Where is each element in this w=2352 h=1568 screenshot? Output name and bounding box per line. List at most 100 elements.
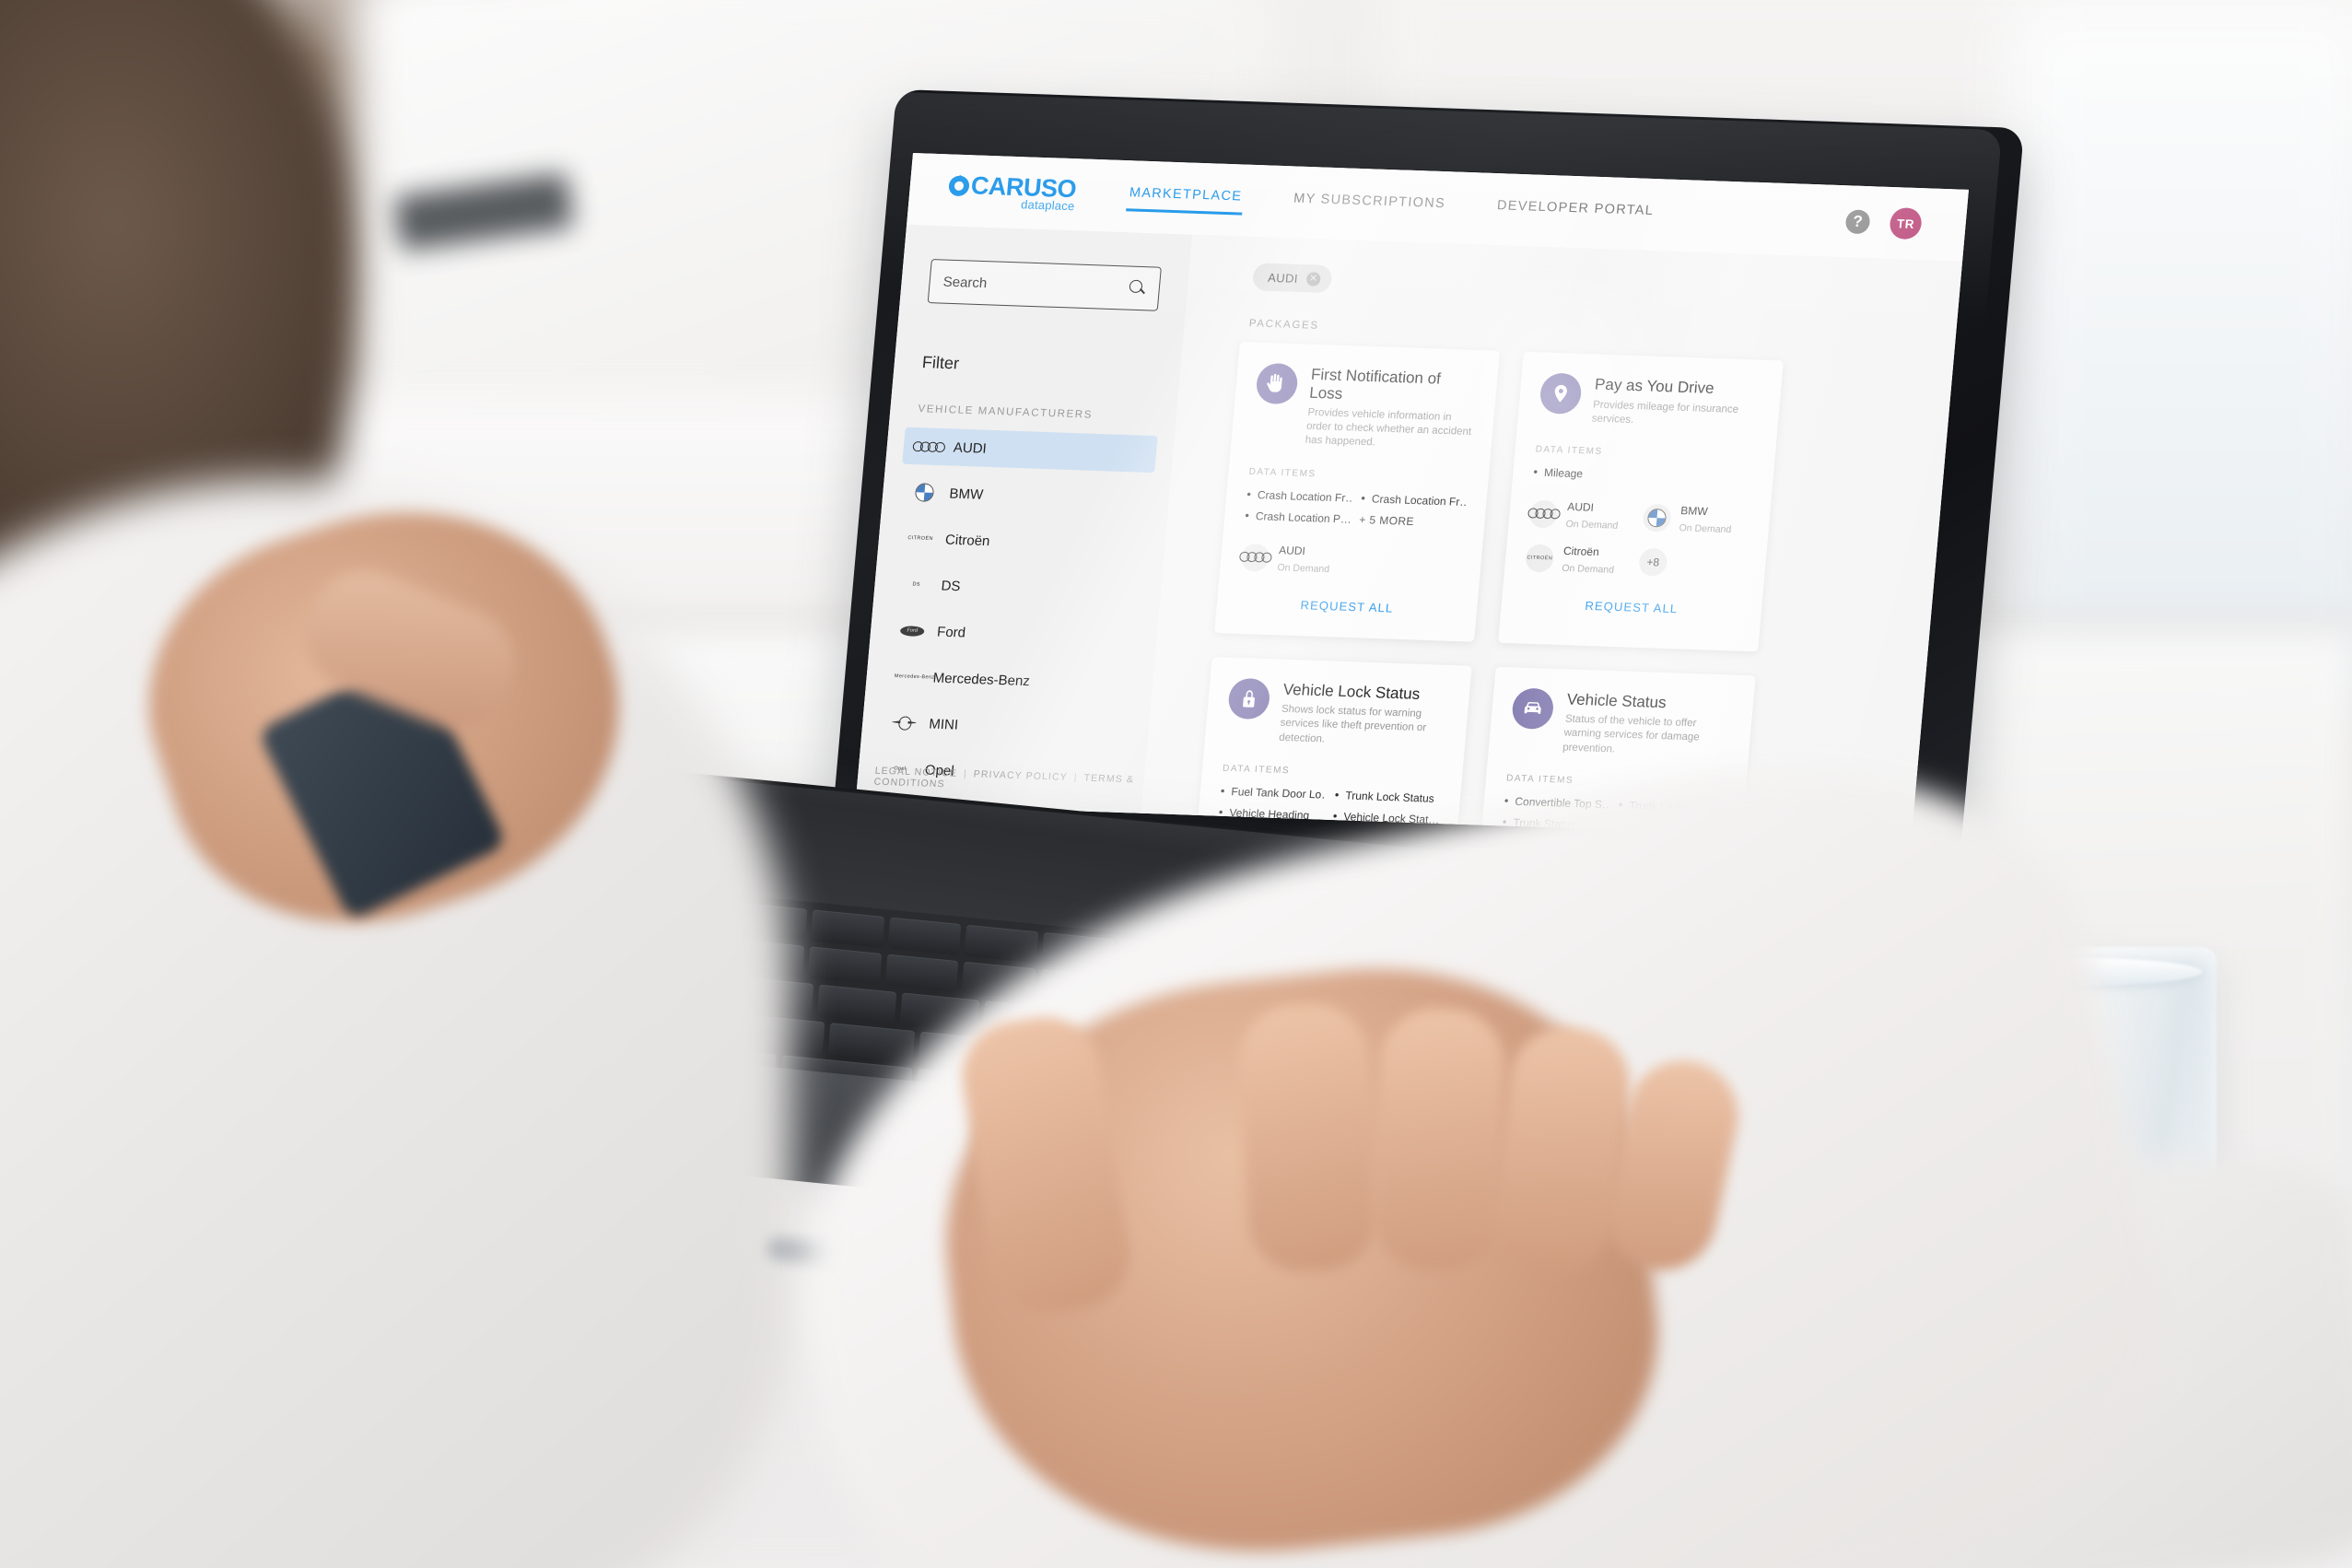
manufacturer-label: BMW: [948, 486, 984, 503]
brand-availability: On Demand: [1561, 562, 1615, 576]
manufacturer-label: Citroën: [944, 532, 991, 549]
manufacturer-label: MINI: [928, 716, 959, 733]
bmw-roundel-icon: [910, 483, 940, 502]
hand-icon: [1255, 362, 1300, 405]
bullet-icon: •: [1532, 465, 1539, 479]
brand-name: AUDI: [1278, 543, 1306, 557]
request-all-button[interactable]: REQUEST ALL: [1236, 595, 1457, 616]
package-description: Shows lock status for warning services l…: [1278, 703, 1427, 744]
caruso-logo-mark-icon: [948, 175, 970, 197]
audi-rings-icon: [1238, 543, 1272, 572]
caruso-logo[interactable]: CARUSO dataplace: [947, 171, 1077, 213]
bullet-icon: •: [1246, 487, 1252, 501]
audi-rings-icon: [911, 437, 945, 456]
data-item: • Crash Location P…: [1244, 509, 1352, 526]
remove-filter-icon[interactable]: ✕: [1305, 271, 1321, 287]
data-items-label: DATA ITEMS: [1535, 444, 1604, 457]
main-nav: MARKETPLACE MY SUBSCRIPTIONS DEVELOPER P…: [1126, 181, 1656, 229]
brand-availability-bmw: BMW On Demand: [1642, 501, 1750, 538]
data-item-list: • Crash Location Fr… • Crash Location Fr… …: [1245, 487, 1467, 529]
audi-rings-icon: [1527, 499, 1561, 529]
mini-wings-icon: [890, 713, 919, 732]
manufacturer-label: AUDI: [953, 439, 988, 457]
data-item: •Trunk Lock Status: [1334, 788, 1435, 805]
sidebar-item-audi[interactable]: AUDI: [902, 427, 1158, 474]
bmw-roundel-icon: [1642, 503, 1672, 532]
bullet-icon: •: [1504, 794, 1510, 808]
nav-item-my-subscriptions[interactable]: MY SUBSCRIPTIONS: [1290, 187, 1448, 222]
mercedes-logo-icon: Mercedes-Benz: [894, 673, 935, 681]
package-card-vehicle-lock-status[interactable]: Vehicle Lock Status Shows lock status fo…: [1196, 656, 1472, 840]
data-items-label: DATA ITEMS: [1248, 466, 1317, 479]
filter-title: Filter: [921, 353, 960, 373]
sidebar-item-citroen[interactable]: CITROËN Citroën: [894, 520, 1150, 566]
package-title: Vehicle Status: [1566, 690, 1667, 711]
package-grid: First Notification of Loss Provides vehi…: [1196, 341, 1953, 840]
data-item: • Crash Location Fr…: [1360, 491, 1468, 509]
filter-chip-audi[interactable]: AUDI ✕: [1251, 263, 1333, 294]
package-card-pay-as-you-drive[interactable]: Pay as You Drive Provides mileage for in…: [1498, 351, 1784, 652]
package-title: Pay as You Drive: [1594, 375, 1715, 397]
laptop-screen: CARUSO dataplace MARKETPLACE MY SUBSCRIP…: [855, 153, 1969, 840]
filter-chip-label: AUDI: [1267, 270, 1299, 286]
manufacturer-label: DS: [940, 578, 962, 594]
brand-availability-list: AUDI On Demand BMW On Demand CITROËN Cit…: [1524, 497, 1750, 582]
brand-availability-list: AUDI On Demand: [1238, 540, 1462, 580]
lock-icon: [1226, 677, 1271, 720]
help-icon[interactable]: ?: [1844, 209, 1871, 235]
nav-item-developer-portal[interactable]: DEVELOPER PORTAL: [1493, 194, 1656, 229]
citroen-logo-icon: CITROËN: [907, 535, 934, 543]
bullet-icon: •: [1360, 491, 1366, 505]
active-filters: AUDI ✕: [1251, 263, 1960, 315]
data-item-list: • Mileage: [1533, 465, 1753, 486]
search-input[interactable]: Search: [927, 259, 1162, 311]
citroen-logo-icon: CITROËN: [1524, 544, 1555, 573]
request-all-button[interactable]: REQUEST ALL: [1521, 596, 1741, 617]
footer-link-privacy-policy[interactable]: PRIVACY POLICY: [973, 768, 1068, 783]
brand-availability-more[interactable]: +8: [1637, 545, 1747, 582]
data-item: • Crash Location Fr…: [1246, 487, 1353, 505]
photo-scene: CARUSO dataplace MARKETPLACE MY SUBSCRIP…: [0, 0, 2352, 1568]
bullet-icon: •: [1244, 509, 1250, 522]
brand-name: AUDI: [1566, 499, 1595, 514]
manufacturer-label: Ford: [936, 624, 966, 641]
brand-availability-audi: AUDI On Demand: [1527, 497, 1637, 533]
package-description: Provides mileage for insurance services.: [1591, 398, 1739, 426]
more-brands-chip[interactable]: +8: [1637, 547, 1668, 577]
brand-availability: On Demand: [1679, 521, 1732, 535]
package-title: First Notification of Loss: [1308, 365, 1442, 403]
package-title: Vehicle Lock Status: [1282, 680, 1422, 703]
brand-name: Citroën: [1562, 544, 1600, 559]
brand-availability-audi: AUDI On Demand: [1238, 540, 1349, 577]
package-description: Provides vehicle information in order to…: [1305, 406, 1472, 449]
sidebar-item-ford[interactable]: Ford Ford: [885, 612, 1141, 658]
sidebar-item-bmw[interactable]: BMW: [898, 474, 1154, 520]
brand-availability: On Demand: [1277, 561, 1330, 575]
sidebar-item-mercedes-benz[interactable]: Mercedes-Benz Mercedes-Benz: [882, 658, 1138, 704]
bullet-icon: •: [1220, 784, 1226, 798]
search-icon[interactable]: [1129, 280, 1147, 298]
brand-availability-citroen: CITROËN Citroën On Demand: [1524, 541, 1633, 578]
data-item: • Mileage: [1532, 465, 1584, 481]
web-app: CARUSO dataplace MARKETPLACE MY SUBSCRIP…: [855, 153, 1969, 840]
manufacturer-label: Mercedes-Benz: [932, 670, 1031, 689]
nav-item-marketplace[interactable]: MARKETPLACE: [1126, 181, 1245, 215]
vehicle-manufacturers-label: VEHICLE MANUFACTURERS: [917, 404, 1094, 421]
bullet-icon: •: [1332, 809, 1339, 823]
car-icon: [1510, 687, 1555, 730]
brand-name: BMW: [1679, 503, 1709, 519]
sidebar-item-ds[interactable]: DS DS: [890, 566, 1146, 612]
avatar[interactable]: TR: [1889, 207, 1924, 240]
bullet-icon: •: [1334, 788, 1340, 802]
ford-oval-icon: Ford: [897, 621, 927, 640]
header-actions: ? TR: [1844, 205, 1924, 240]
sidebar: Search Filter VEHICLE MANUFACTURERS AUDI: [855, 225, 1194, 825]
package-card-first-notification-of-loss[interactable]: First Notification of Loss Provides vehi…: [1214, 341, 1501, 642]
data-items-label: DATA ITEMS: [1222, 763, 1291, 776]
map-pin-icon: [1539, 372, 1584, 415]
brand-availability: On Demand: [1565, 518, 1619, 532]
package-description: Status of the vehicle to offer warning s…: [1562, 713, 1701, 755]
finger: [1236, 1000, 1380, 1275]
sidebar-item-mini[interactable]: MINI: [878, 704, 1134, 750]
data-items-more[interactable]: + 5 MORE: [1359, 513, 1465, 530]
